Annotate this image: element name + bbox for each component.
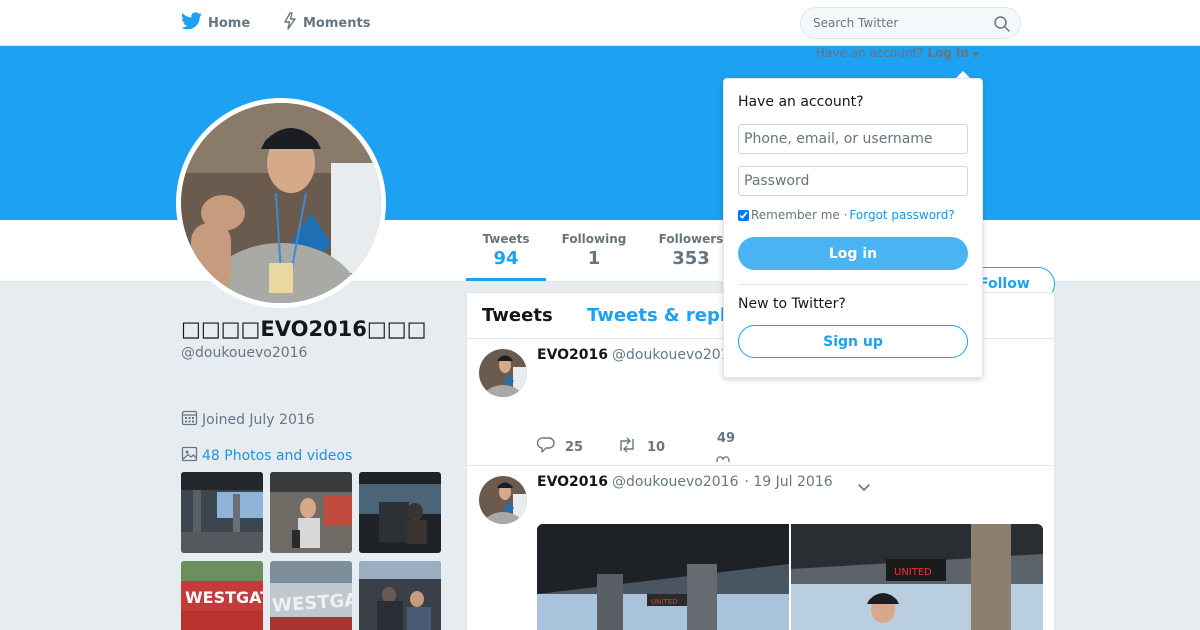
photo-thumbnail[interactable] [181,472,263,553]
stat-following[interactable]: Following 1 [558,232,630,269]
photo-thumbnail[interactable] [359,472,441,553]
reply-action[interactable]: 25 [536,437,617,457]
tweet-photo[interactable]: UNITED [791,524,1043,630]
search-box [800,7,1021,39]
divider [738,284,968,285]
nav-home-label: Home [208,15,251,31]
nav-home[interactable]: Home [181,0,250,46]
tweet-actions: 25 10 49 [536,431,745,463]
lightning-icon [283,12,297,34]
image-icon [181,445,198,466]
stat-label: Following [561,232,627,246]
username-field[interactable] [738,124,968,154]
chevron-down-icon[interactable] [857,478,871,497]
tweet-date[interactable]: · 19 Jul 2016 [745,474,833,490]
svg-text:UNITED: UNITED [651,598,678,606]
stat-label: Followers [658,232,724,246]
caret-down-icon: ▼ [972,50,979,59]
tweet-author-handle[interactable]: @doukouevo2016 [612,474,738,490]
stat-value: 1 [587,248,601,269]
tweet-avatar[interactable] [479,349,527,397]
login-dropdown: Have an account? Remember me · Forgot pa… [723,78,983,378]
tweet-media[interactable]: UNITED UNITED [537,524,1043,630]
photos-link[interactable]: 48 Photos and videos [181,445,352,466]
reply-icon [536,437,555,457]
nav-moments-label: Moments [303,15,371,31]
tweet-header: EVO2016 @doukouevo2016 [537,347,739,363]
search-input[interactable] [813,14,983,32]
tab-tweets[interactable]: Tweets [482,305,553,326]
retweet-action[interactable]: 10 [617,437,697,457]
reply-count: 25 [565,439,584,455]
calendar-icon [181,409,198,430]
like-action[interactable]: 49 [705,431,745,463]
remember-me-row: Remember me · Forgot password? [738,208,955,222]
login-hint: Have an account? Log in ▼ [816,46,979,62]
retweet-icon [617,437,637,457]
top-nav: Home Moments [0,0,1200,46]
photo-thumbnail[interactable] [270,472,352,553]
tweet-header: EVO2016 @doukouevo2016 · 19 Jul 2016 [537,474,833,490]
password-field[interactable] [738,166,968,196]
signup-button[interactable]: Sign up [738,325,968,358]
tweet-author-name[interactable]: EVO2016 [537,474,608,490]
like-count: 49 [717,431,736,446]
login-dropdown-title: Have an account? [738,94,864,110]
forgot-password-link[interactable]: Forgot password? [849,208,954,222]
stat-followers[interactable]: Followers 353 [652,232,730,269]
login-link[interactable]: Log in [927,46,968,60]
tweet-author-name[interactable]: EVO2016 [537,347,608,363]
photo-thumbnail[interactable]: WESTGATE [270,561,352,630]
heart-icon [715,451,731,466]
tweet-avatar[interactable] [479,476,527,524]
photos-link-text: 48 Photos and videos [202,447,353,464]
retweet-count: 10 [647,439,666,455]
search-icon[interactable] [994,16,1010,36]
nav-moments[interactable]: Moments [283,0,370,46]
photo-thumbnail[interactable] [359,561,441,630]
photo-thumbnail[interactable]: WESTGAT [181,561,263,630]
tweet-author-handle[interactable]: @doukouevo2016 [612,347,738,363]
joined-text: Joined July 2016 [202,411,315,428]
twitter-bird-icon [181,12,202,34]
remember-me-label: Remember me · [751,208,848,222]
profile-name[interactable]: □□□□EVO2016□□□ [181,317,426,341]
stat-value: 94 [493,248,519,269]
svg-text:WESTGAT: WESTGAT [185,588,263,607]
stat-value: 353 [672,248,710,269]
new-to-twitter-label: New to Twitter? [738,296,846,312]
profile-handle[interactable]: @doukouevo2016 [181,345,307,361]
joined-date: Joined July 2016 [181,409,315,430]
stat-label: Tweets [482,232,530,246]
tweet-photo[interactable]: UNITED [537,524,789,630]
login-hint-text: Have an account? [816,46,924,60]
login-button[interactable]: Log in [738,237,968,270]
profile-avatar[interactable] [176,98,386,308]
remember-me-checkbox[interactable] [738,209,749,221]
svg-text:UNITED: UNITED [894,567,932,578]
active-tab-indicator [466,278,546,281]
stat-tweets[interactable]: Tweets 94 [466,232,546,269]
tweet[interactable]: EVO2016 @doukouevo2016 · 19 Jul 2016 UNITE… [467,466,1054,630]
